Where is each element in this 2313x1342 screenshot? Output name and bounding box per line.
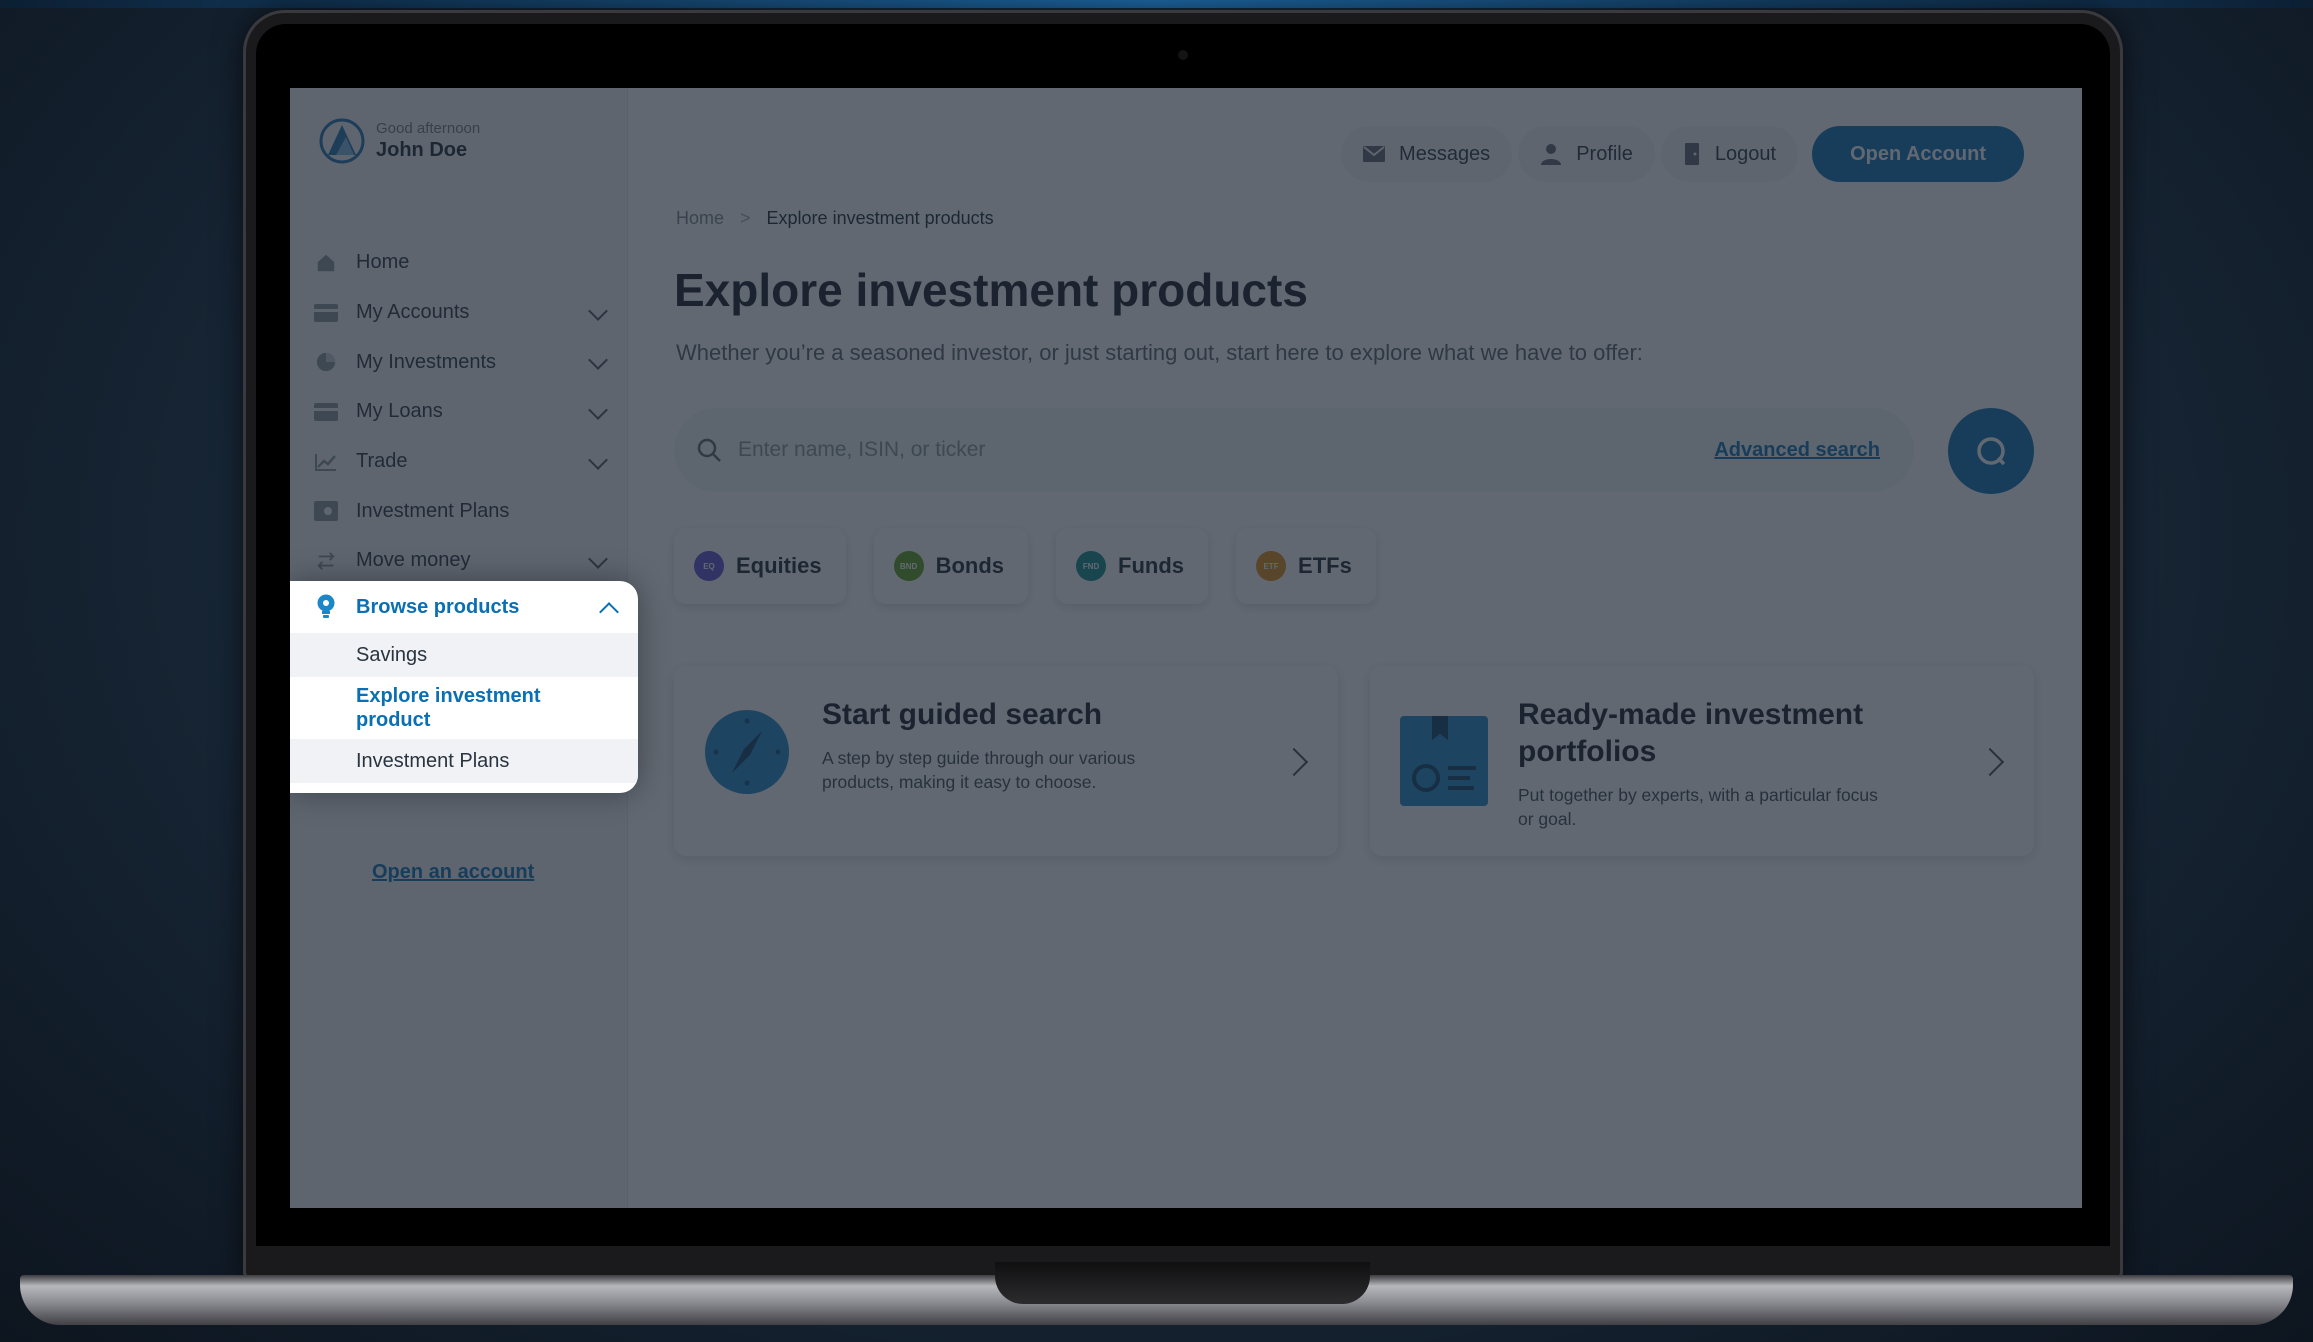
chevron-down-icon: [588, 300, 608, 321]
breadcrumb-current: Explore investment products: [766, 208, 994, 228]
door-icon: [1684, 143, 1699, 165]
card-description: Put together by experts, with a particul…: [1518, 785, 1878, 829]
sidebar-item-label: Browse products: [356, 595, 520, 618]
sidebar-subitem-label: Explore investment product: [356, 685, 541, 731]
chip-equities[interactable]: EQ Equities: [674, 528, 846, 604]
bonds-badge-icon: BND: [893, 551, 924, 581]
user-icon: [1541, 144, 1562, 165]
sidebar-item-home[interactable]: Home: [290, 238, 627, 288]
sidebar-item-label: Move money: [356, 549, 471, 572]
chip-label: Equities: [736, 553, 822, 578]
sidebar-item-label: Home: [356, 251, 410, 274]
sidebar-subitem-investment-plans[interactable]: Investment Plans: [290, 739, 638, 783]
chevron-right-icon: [1975, 747, 2005, 777]
chip-label: Bonds: [935, 553, 1005, 578]
sidebar-item-investments[interactable]: My Investments: [290, 337, 627, 387]
envelope-icon: [1363, 146, 1386, 162]
home-icon: [314, 251, 338, 275]
sidebar-item-move-money[interactable]: Move money: [290, 536, 627, 586]
messages-label: Messages: [1399, 142, 1491, 165]
browse-products-spotlight: Browse products Savings Explore investme…: [290, 581, 638, 793]
calendar-money-icon: [314, 499, 338, 523]
open-account-button[interactable]: Open Account: [1812, 126, 2024, 182]
page-title: Explore investment products: [674, 264, 1308, 316]
card-title: Ready-made investment portfolios: [1518, 698, 1864, 768]
compass-icon: [705, 710, 789, 794]
sidebar-item-label: My Accounts: [356, 301, 470, 324]
profile-label: Profile: [1576, 142, 1633, 165]
camera-icon: [1178, 50, 1188, 60]
sidebar-item-label: My Investments: [356, 350, 497, 373]
advanced-search-link[interactable]: Advanced search: [1714, 439, 1880, 462]
guided-search-card[interactable]: Start guided search A step by step guide…: [674, 666, 1338, 856]
sidebar-item-trade[interactable]: Trade: [290, 437, 627, 487]
card-description: A step by step guide through our various…: [822, 748, 1136, 792]
sidebar-subitem-savings[interactable]: Savings: [290, 633, 638, 677]
sidebar-item-accounts[interactable]: My Accounts: [290, 288, 627, 338]
chevron-right-icon: [1279, 747, 1309, 777]
portfolio-document-icon: [1400, 716, 1488, 806]
logout-button[interactable]: Logout: [1660, 126, 1799, 182]
laptop-hinge-notch: [995, 1262, 1370, 1304]
sidebar-item-browse-products[interactable]: Browse products: [290, 581, 638, 633]
top-bar: Messages Profile Logout Open Account: [1335, 126, 2024, 182]
chip-etfs[interactable]: ETF ETFs: [1236, 528, 1376, 604]
sidebar-item-loans[interactable]: My Loans: [290, 387, 627, 437]
sidebar-item-label: Trade: [356, 450, 408, 473]
card-title: Start guided search: [822, 698, 1103, 731]
search-icon: [697, 438, 721, 462]
card-icon: [314, 301, 338, 325]
breadcrumb: Home > Explore investment products: [676, 208, 994, 229]
sidebar-item-label: My Loans: [356, 400, 443, 423]
messages-button[interactable]: Messages: [1341, 126, 1513, 182]
background-glow: [0, 0, 2313, 8]
chip-label: Funds: [1118, 553, 1185, 578]
etfs-badge-icon: ETF: [1256, 551, 1287, 581]
search-bar: Advanced search: [674, 408, 1914, 492]
chevron-down-icon: [588, 350, 608, 371]
sidebar-nav: Home My Accounts My Investments My Loans…: [290, 238, 627, 586]
app-screen: Good afternoon John Doe Home My Accounts: [290, 88, 2082, 1208]
chevron-down-icon: [588, 449, 608, 470]
profile-button[interactable]: Profile: [1518, 126, 1655, 182]
search-button[interactable]: [1948, 408, 2034, 494]
chevron-right-icon: >: [740, 208, 751, 228]
chevron-down-icon: [588, 400, 608, 420]
chip-bonds[interactable]: BND Bonds: [873, 528, 1029, 604]
product-chips: EQ Equities BND Bonds FND Funds ETF ETFs: [674, 528, 1404, 604]
chip-funds[interactable]: FND Funds: [1056, 528, 1209, 604]
open-account-link[interactable]: Open an account: [372, 861, 534, 884]
page-subtitle: Whether you’re a seasoned investor, or j…: [676, 340, 1643, 365]
pie-chart-icon: [314, 350, 338, 374]
search-icon: [1977, 437, 2006, 466]
chevron-up-icon: [599, 602, 619, 622]
funds-badge-icon: FND: [1076, 551, 1107, 581]
transfer-icon: [314, 549, 338, 573]
chevron-down-icon: [588, 549, 608, 569]
logo-icon: [319, 118, 365, 164]
user-name: John Doe: [376, 139, 468, 161]
breadcrumb-home[interactable]: Home: [676, 208, 724, 229]
line-chart-icon: [314, 450, 338, 474]
sidebar-item-label: Investment Plans: [356, 499, 510, 522]
equities-badge-icon: EQ: [694, 551, 724, 581]
greeting-text: Good afternoon: [376, 120, 481, 137]
lightbulb-icon: [314, 594, 338, 619]
logout-label: Logout: [1714, 142, 1777, 165]
chip-label: ETFs: [1298, 553, 1352, 578]
sidebar-subitem-explore-investment-product[interactable]: Explore investment product: [290, 677, 638, 739]
brand-header: Good afternoon John Doe: [318, 116, 480, 166]
sidebar-item-investment-plans[interactable]: Investment Plans: [290, 486, 627, 536]
ready-made-portfolios-card[interactable]: Ready-made investment portfolios Put tog…: [1370, 666, 2034, 856]
main-content: Messages Profile Logout Open Account Hom…: [628, 88, 2082, 1208]
card-icon: [314, 400, 338, 424]
search-input[interactable]: [736, 437, 1715, 463]
